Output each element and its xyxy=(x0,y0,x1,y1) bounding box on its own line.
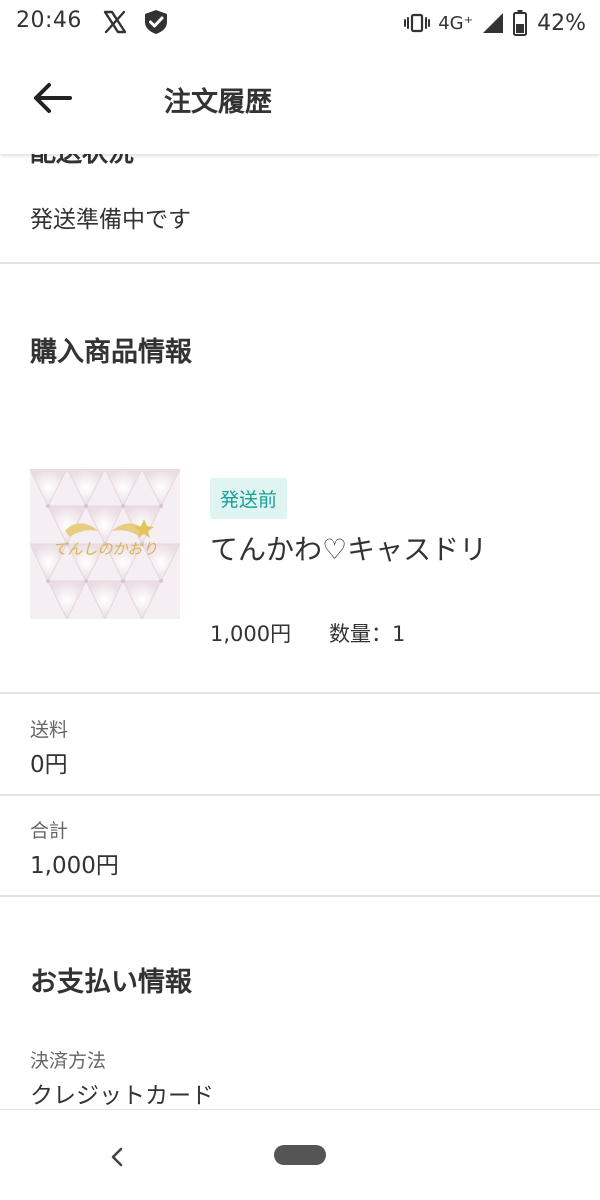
product-price: 1,000円 xyxy=(210,622,292,646)
product-thumbnail-art: てんしのかおり xyxy=(30,469,180,619)
vibrate-icon xyxy=(404,13,431,33)
page-title: 注文履歴 xyxy=(164,87,272,118)
divider xyxy=(0,692,600,694)
status-time: 20:46 xyxy=(16,8,82,33)
shipping-fee-label: 送料 xyxy=(30,719,69,741)
status-right: 4G⁺ 42% xyxy=(404,8,586,38)
home-pill-icon[interactable] xyxy=(274,1145,326,1165)
total-value: 1,000円 xyxy=(30,853,119,879)
nav-back-button[interactable] xyxy=(102,1142,132,1172)
shipping-fee-value: 0円 xyxy=(30,752,68,778)
product-name[interactable]: てんかわ♡キャスドリ xyxy=(210,528,487,568)
divider xyxy=(0,794,600,796)
order-detail-content[interactable]: 配送状況 発送準備中です 購入商品情報 xyxy=(0,154,600,1109)
shield-icon xyxy=(145,10,167,34)
arrow-left-icon xyxy=(34,83,72,113)
x-icon xyxy=(103,10,127,34)
back-button[interactable] xyxy=(26,76,78,120)
payment-method-label: 決済方法 xyxy=(30,1050,107,1072)
battery-percent: 42% xyxy=(537,10,586,36)
shipping-status-text: 発送準備中です xyxy=(30,207,191,233)
chevron-left-icon xyxy=(111,1147,123,1167)
payment-info-heading: お支払い情報 xyxy=(30,967,192,998)
total-label: 合計 xyxy=(30,820,69,842)
battery-icon xyxy=(513,10,528,36)
signal-icon xyxy=(483,13,504,33)
shipping-status-heading: 配送状況 xyxy=(30,154,134,169)
purchased-items-heading: 購入商品情報 xyxy=(30,337,192,368)
payment-method-value: クレジットカード xyxy=(30,1083,214,1109)
system-nav-bar xyxy=(0,1109,600,1200)
app-header: 注文履歴 xyxy=(0,48,600,154)
product-quantity: 数量：1 xyxy=(329,622,406,646)
divider xyxy=(0,262,600,264)
product-thumbnail[interactable]: てんしのかおり xyxy=(30,469,180,619)
divider xyxy=(0,895,600,897)
status-badge: 発送前 xyxy=(210,478,288,519)
svg-text:てんしのかおり: てんしのかおり xyxy=(52,540,157,558)
status-bar: 20:46 4G⁺ 42% xyxy=(0,0,600,48)
network-type: 4G⁺ xyxy=(438,12,474,34)
